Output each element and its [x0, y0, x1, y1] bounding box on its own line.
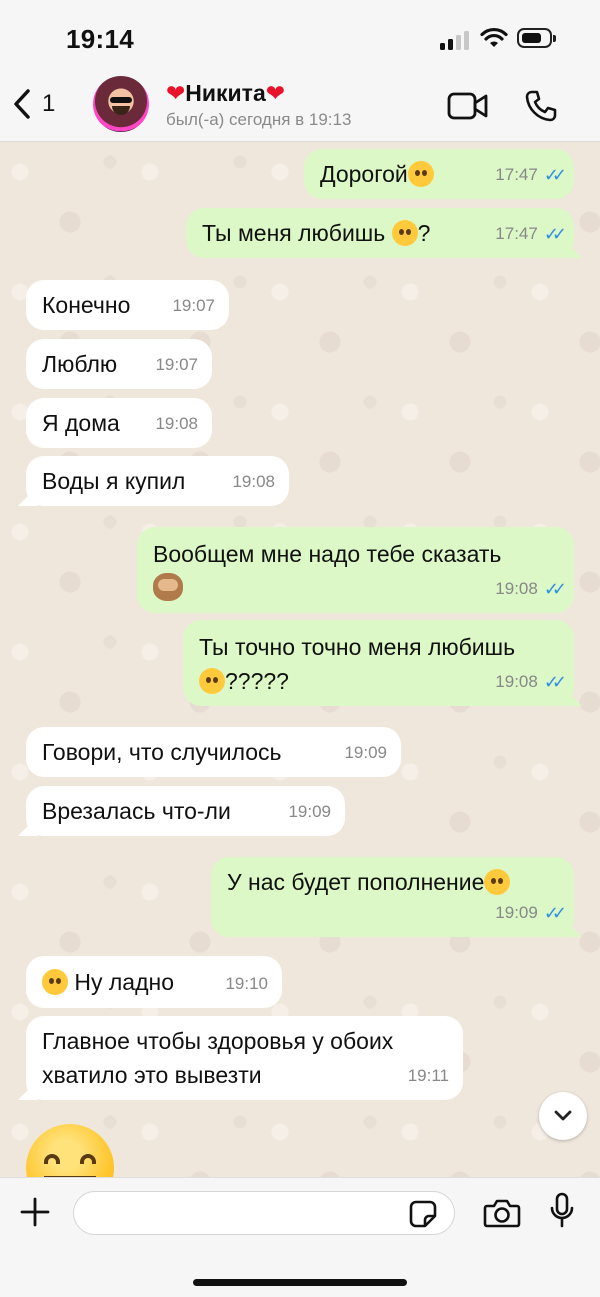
- thinking-face-icon: [42, 969, 68, 995]
- eye-roll-face-icon: [199, 668, 225, 694]
- outgoing-message[interactable]: Вообщем мне надо тебе сказать 19:08 ✓✓: [137, 527, 574, 613]
- sticker-icon[interactable]: [408, 1199, 438, 1229]
- read-receipt-icon: ✓✓: [543, 165, 567, 185]
- battery-icon: [517, 27, 557, 51]
- home-indicator[interactable]: [193, 1279, 407, 1286]
- back-chevron-icon: [14, 89, 30, 119]
- status-bar: 19:14: [0, 0, 600, 70]
- contact-last-seen: был(-а) сегодня в 19:13: [166, 110, 352, 129]
- video-call-icon[interactable]: [447, 92, 489, 120]
- wifi-icon: [480, 27, 508, 47]
- heart-icon: ❤: [166, 80, 186, 106]
- grimacing-face-icon: [484, 869, 511, 895]
- chat-area[interactable]: Дорогой 17:47 ✓✓ Ты меня любишь ? 17:47 ✓✓…: [0, 142, 600, 1177]
- outgoing-message[interactable]: У нас будет пополнение 19:09 ✓✓: [211, 857, 574, 937]
- incoming-message[interactable]: Главное чтобы здоровья у обоих хватило э…: [26, 1016, 463, 1100]
- outgoing-message[interactable]: Ты меня любишь ? 17:47 ✓✓: [186, 208, 574, 258]
- cellular-signal-icon: [440, 30, 470, 50]
- read-receipt-icon: ✓✓: [543, 579, 567, 599]
- incoming-message[interactable]: Люблю 19:07: [26, 339, 212, 389]
- read-receipt-icon: ✓✓: [543, 224, 567, 244]
- unread-count: 1: [42, 90, 56, 117]
- incoming-message[interactable]: Конечно 19:07: [26, 280, 229, 330]
- back-button[interactable]: 1: [12, 88, 55, 120]
- pleading-face-icon: [391, 220, 418, 246]
- incoming-message[interactable]: Воды я купил 19:08: [26, 456, 289, 506]
- incoming-message[interactable]: Говори, что случилось 19:09: [26, 727, 401, 777]
- message-input[interactable]: [73, 1191, 455, 1235]
- contact-name[interactable]: ❤Никита❤: [166, 80, 285, 107]
- grinning-emoji-sticker[interactable]: [26, 1124, 114, 1177]
- read-receipt-icon: ✓✓: [543, 903, 567, 923]
- status-time: 19:14: [66, 24, 134, 54]
- message-composer: [0, 1177, 600, 1297]
- plus-icon[interactable]: [19, 1196, 51, 1228]
- incoming-message[interactable]: Врезалась что-ли 19:09: [26, 786, 345, 836]
- heart-icon: ❤: [265, 80, 286, 106]
- incoming-message[interactable]: Я дома 19:08: [26, 398, 212, 448]
- see-no-evil-monkey-icon: [153, 573, 183, 601]
- incoming-message[interactable]: Ну ладно 19:10: [26, 956, 282, 1008]
- chat-header: 1 ❤Никита❤ был(-а) сегодня в 19:13: [0, 70, 600, 142]
- microphone-icon[interactable]: [550, 1192, 574, 1230]
- read-receipt-icon: ✓✓: [543, 672, 567, 692]
- outgoing-message[interactable]: Ты точно точно меня любишь ????? 19:08 ✓✓: [183, 620, 574, 706]
- scroll-to-bottom-button[interactable]: [539, 1092, 587, 1140]
- phone-icon[interactable]: [524, 89, 558, 123]
- avatar[interactable]: [93, 76, 149, 132]
- outgoing-message[interactable]: Дорогой 17:47 ✓✓: [304, 149, 574, 199]
- camera-icon[interactable]: [483, 1197, 521, 1229]
- kissing-face-icon: [407, 161, 434, 187]
- chevron-down-icon: [554, 1110, 572, 1121]
